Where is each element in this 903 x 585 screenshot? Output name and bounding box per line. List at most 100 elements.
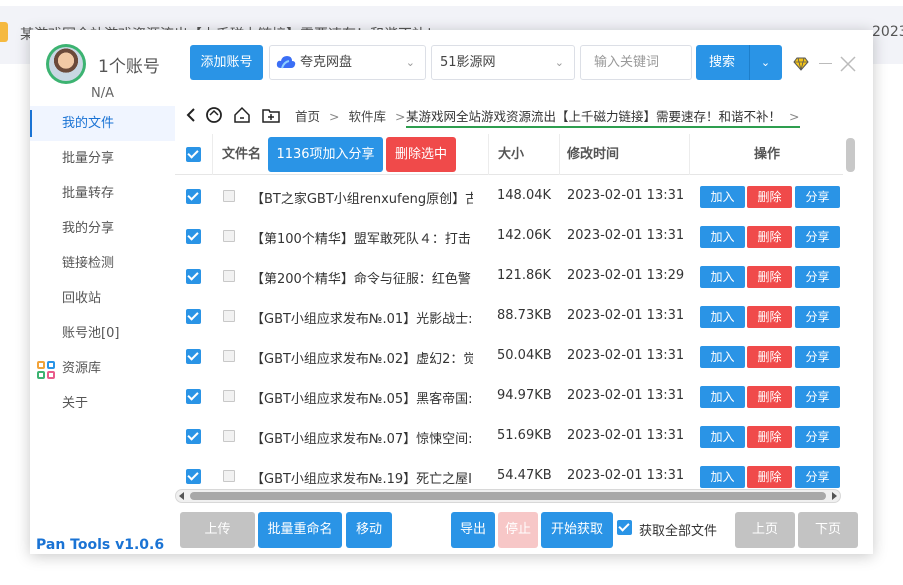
export-button[interactable]: 导出 (451, 512, 495, 548)
chevron-down-icon[interactable]: ⌄ (749, 45, 782, 80)
row-share-button[interactable]: 分享 (795, 306, 840, 328)
row-delete-button[interactable]: 删除 (747, 306, 792, 328)
table-row[interactable]: 【第200个精华】命令与征服：红色警 121.86K 2023-02-01 13… (175, 256, 843, 296)
sidebar-item-about[interactable]: 关于 (30, 386, 175, 421)
home-icon[interactable] (233, 106, 251, 124)
file-time: 2023-02-01 13:31 (567, 468, 685, 483)
file-time: 2023-02-01 13:31 (567, 388, 685, 403)
grid-icon (37, 361, 55, 379)
sidebar-item-resource-library[interactable]: 资源库 (30, 351, 175, 386)
table-row[interactable]: 【GBT小组应求发布№.02】虚幻2：觉 50.04KB 2023-02-01 … (175, 336, 843, 376)
sidebar-item-link-check[interactable]: 链接检测 (30, 246, 175, 281)
row-delete-button[interactable]: 删除 (747, 386, 792, 408)
breadcrumb-home[interactable]: 首页 (295, 109, 320, 124)
row-checkbox[interactable] (186, 389, 201, 404)
sidebar: 1个账号 N/A 我的文件 批量分享 批量转存 我的分享 链接检测 回收站 账号… (30, 30, 175, 554)
row-checkbox[interactable] (186, 309, 201, 324)
row-checkbox[interactable] (186, 269, 201, 284)
start-fetch-button[interactable]: 开始获取 (541, 512, 613, 548)
row-share-button[interactable]: 分享 (795, 186, 840, 208)
vertical-scrollbar[interactable] (846, 138, 855, 172)
new-folder-icon[interactable] (262, 106, 280, 124)
file-size: 142.06K (497, 228, 552, 243)
fetch-all-checkbox[interactable] (617, 520, 632, 535)
sidebar-item-my-files[interactable]: 我的文件 (30, 106, 175, 141)
breadcrumb-current[interactable]: 某游戏网全站游戏资源流出【上千磁力链接】需要速存！和谐不补！ > (406, 106, 800, 128)
row-checkbox[interactable] (186, 429, 201, 444)
search-input[interactable]: 输入关键词 (580, 45, 692, 80)
sidebar-item-batch-share[interactable]: 批量分享 (30, 141, 175, 176)
sidebar-item-batch-transfer[interactable]: 批量转存 (30, 176, 175, 211)
header-modified-time[interactable]: 修改时间 (567, 134, 619, 175)
sidebar-item-account-pool[interactable]: 账号池[0] (30, 316, 175, 351)
row-add-button[interactable]: 加入 (700, 386, 745, 408)
select-all-checkbox[interactable] (186, 147, 201, 162)
row-share-button[interactable]: 分享 (795, 226, 840, 248)
row-checkbox[interactable] (186, 229, 201, 244)
delete-selected-button[interactable]: 删除选中 (386, 137, 456, 172)
add-all-to-share-button[interactable]: 1136项加入分享 (268, 137, 383, 172)
sidebar-item-label: 批量转存 (62, 186, 115, 201)
sidebar-item-label: 我的文件 (62, 116, 115, 131)
row-share-button[interactable]: 分享 (795, 346, 840, 368)
breadcrumb-software[interactable]: 软件库 (349, 109, 387, 124)
row-add-button[interactable]: 加入 (700, 346, 745, 368)
scroll-right-icon[interactable] (832, 492, 837, 500)
breadcrumb-current-label: 某游戏网全站游戏资源流出【上千磁力链接】需要速存！和谐不补！ (406, 109, 782, 124)
file-time: 2023-02-01 13:29 (567, 268, 685, 283)
avatar[interactable] (46, 44, 86, 84)
file-name: 【BT之家GBT小组renxufeng原创】古 (251, 192, 473, 207)
sidebar-item-recycle-bin[interactable]: 回收站 (30, 281, 175, 316)
row-share-button[interactable]: 分享 (795, 386, 840, 408)
row-add-button[interactable]: 加入 (700, 306, 745, 328)
row-share-button[interactable]: 分享 (795, 266, 840, 288)
header-file-name[interactable]: 文件名 (222, 134, 261, 175)
prev-page-button[interactable]: 上页 (735, 512, 795, 548)
scroll-left-icon[interactable] (179, 492, 184, 500)
diamond-vip-icon[interactable] (793, 57, 809, 71)
row-delete-button[interactable]: 删除 (747, 466, 792, 488)
table-row[interactable]: 【GBT小组应求发布№.07】惊悚空间: 51.69KB 2023-02-01 … (175, 416, 843, 456)
refresh-icon[interactable] (205, 106, 223, 124)
row-add-button[interactable]: 加入 (700, 466, 745, 488)
batch-rename-button[interactable]: 批量重命名 (258, 512, 342, 548)
search-button[interactable]: 搜索 ⌄ (696, 45, 782, 80)
add-account-button[interactable]: 添加账号 (190, 45, 263, 80)
row-delete-button[interactable]: 删除 (747, 426, 792, 448)
row-add-button[interactable]: 加入 (700, 186, 745, 208)
row-delete-button[interactable]: 删除 (747, 186, 792, 208)
file-icon (223, 270, 235, 282)
table-row[interactable]: 【GBT小组应求发布№.01】光影战士: 88.73KB 2023-02-01 … (175, 296, 843, 336)
stop-button[interactable]: 停止 (498, 512, 538, 548)
move-button[interactable]: 移动 (346, 512, 392, 548)
row-share-button[interactable]: 分享 (795, 466, 840, 488)
file-time: 2023-02-01 13:31 (567, 188, 685, 203)
back-arrow-icon[interactable] (183, 106, 201, 124)
table-row[interactable]: 【第100个精华】盟军敢死队４：打击 142.06K 2023-02-01 13… (175, 216, 843, 256)
upload-button[interactable]: 上传 (180, 512, 255, 548)
source-select[interactable]: 51影源网 ⌄ (431, 45, 575, 80)
sidebar-item-my-shares[interactable]: 我的分享 (30, 211, 175, 246)
row-add-button[interactable]: 加入 (700, 426, 745, 448)
header-size[interactable]: 大小 (498, 134, 524, 175)
close-icon[interactable] (840, 56, 856, 72)
table-row[interactable]: 【GBT小组应求发布№.05】黑客帝国: 94.97KB 2023-02-01 … (175, 376, 843, 416)
disk-select[interactable]: 夸克网盘 ⌄ (269, 45, 426, 80)
row-checkbox[interactable] (186, 349, 201, 364)
next-page-button[interactable]: 下页 (798, 512, 858, 548)
minimize-icon[interactable] (819, 63, 832, 64)
row-add-button[interactable]: 加入 (700, 226, 745, 248)
row-add-button[interactable]: 加入 (700, 266, 745, 288)
horizontal-scrollbar[interactable] (175, 489, 841, 503)
file-list: 加入 删除 分享 【BT之家GBT小组renxufeng原创】古 148.04K… (175, 146, 843, 496)
row-checkbox[interactable] (186, 189, 201, 204)
row-delete-button[interactable]: 删除 (747, 266, 792, 288)
table-row[interactable]: 【BT之家GBT小组renxufeng原创】古 148.04K 2023-02-… (175, 176, 843, 216)
row-delete-button[interactable]: 删除 (747, 346, 792, 368)
row-delete-button[interactable]: 删除 (747, 226, 792, 248)
disk-select-value: 夸克网盘 (300, 55, 353, 70)
file-name: 【第100个精华】盟军敢死队４：打击 (251, 232, 471, 247)
row-share-button[interactable]: 分享 (795, 426, 840, 448)
horizontal-scroll-thumb[interactable] (190, 492, 826, 500)
row-checkbox[interactable] (186, 469, 201, 484)
